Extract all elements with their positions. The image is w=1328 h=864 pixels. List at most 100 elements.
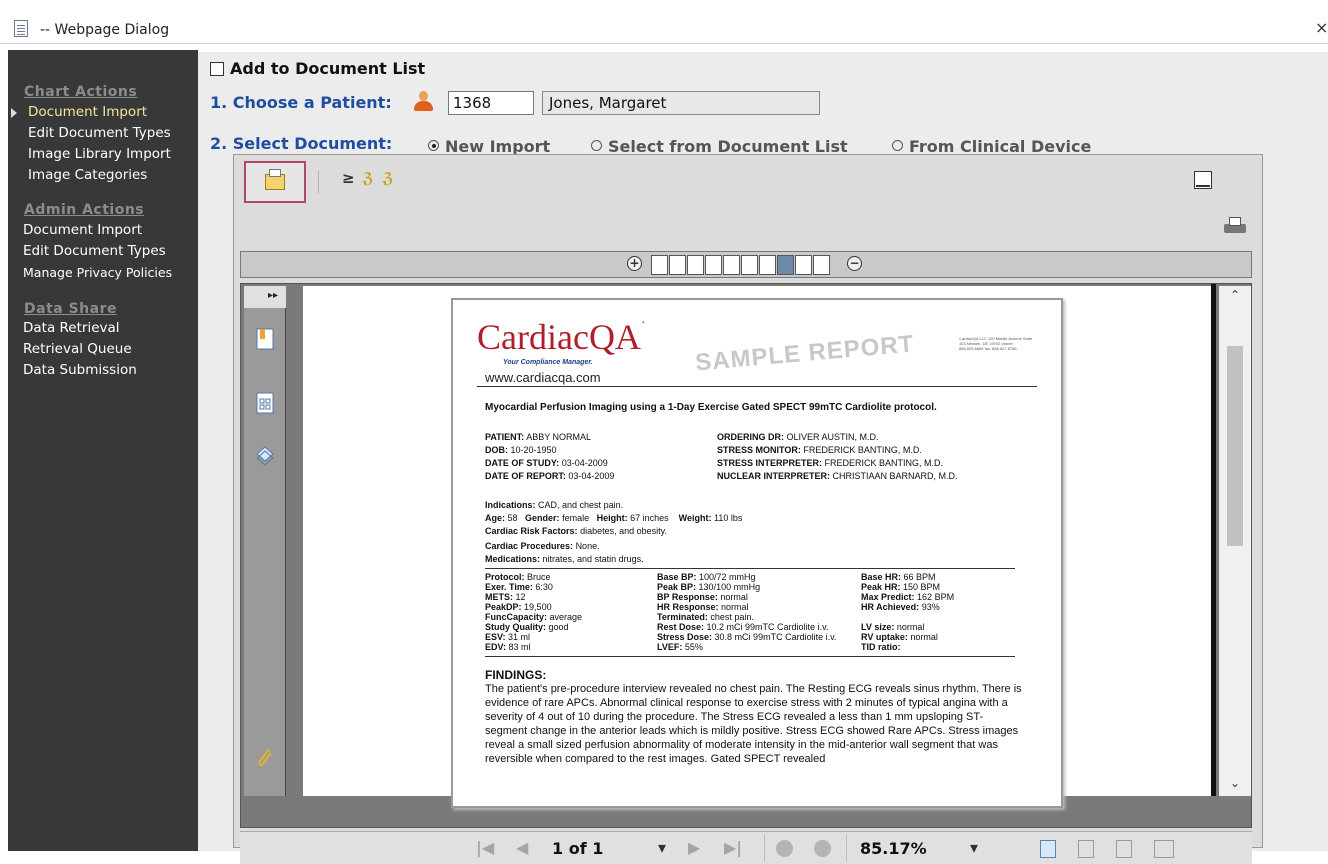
sidebar-item-image-categories[interactable]: Image Categories xyxy=(28,167,147,183)
patient-info-line: DOB: 10-20-1950 xyxy=(485,445,557,455)
back-icon[interactable] xyxy=(776,840,793,857)
viewer-navigation-bar: |◀ ◀ 1 of 1 ▾ ▶ ▶| 85.17% ▾ xyxy=(240,831,1252,864)
thumbnails-icon[interactable] xyxy=(256,392,274,414)
sidebar-item-document-import[interactable]: Document Import xyxy=(28,104,147,120)
radio-unselected-icon xyxy=(591,140,602,151)
page-cell[interactable] xyxy=(759,255,776,275)
page-cell[interactable] xyxy=(723,255,740,275)
page-canvas: CardiacQA· Your Compliance Manager. www.… xyxy=(303,286,1213,808)
page-cell[interactable] xyxy=(705,255,722,275)
brand-tagline: Your Compliance Manager. xyxy=(503,359,593,366)
scan-batch-icon[interactable]: ℨ xyxy=(362,169,373,187)
heart-rate-column: Base HR: 66 BPM Peak HR: 150 BPM Max Pre… xyxy=(861,572,955,652)
staff-info-line: NUCLEAR INTERPRETER: CHRISTIAAN BARNARD,… xyxy=(717,471,958,481)
clinical-line: Indications: CAD, and chest pain. xyxy=(485,500,624,510)
sidebar-header-chart-actions: Chart Actions xyxy=(24,84,138,100)
sidebar-item-data-retrieval[interactable]: Data Retrieval xyxy=(23,320,120,336)
page-dropdown-icon[interactable]: ▾ xyxy=(658,838,666,857)
document-page: CardiacQA· Your Compliance Manager. www.… xyxy=(451,298,1063,808)
table-rule xyxy=(485,568,1015,569)
clinical-line: Cardiac Risk Factors: diabetes, and obes… xyxy=(485,526,667,536)
single-page-icon[interactable] xyxy=(1040,840,1056,858)
scroll-down-icon[interactable]: ⌄ xyxy=(1219,776,1251,796)
zoom-dropdown-icon[interactable]: ▾ xyxy=(970,838,978,857)
vertical-scrollbar[interactable]: ⌃ ⌄ xyxy=(1219,286,1251,796)
top-divider xyxy=(198,50,1328,52)
next-page-icon[interactable]: ▶ xyxy=(688,838,700,857)
bookmarks-icon[interactable] xyxy=(256,328,274,350)
sidebar-item-edit-document-types[interactable]: Edit Document Types xyxy=(28,125,171,141)
patient-info-line: PATIENT: ABBY NORMAL xyxy=(485,432,592,442)
choose-patient-label: 1. Choose a Patient: xyxy=(210,93,392,112)
dialog-title: -- Webpage Dialog xyxy=(40,22,170,38)
company-address: CardiacQA LLC 100 Mobile Avenue Suite 10… xyxy=(959,336,1033,351)
close-icon[interactable]: × xyxy=(1315,18,1328,37)
last-page-icon[interactable]: ▶| xyxy=(724,838,742,857)
scan-icon[interactable]: ≥ xyxy=(342,169,355,187)
facing-pages-icon[interactable] xyxy=(1116,840,1132,858)
page-cell[interactable] xyxy=(669,255,686,275)
scroll-thumb[interactable] xyxy=(1227,346,1243,546)
page-cell[interactable] xyxy=(687,255,704,275)
protocol-column: Protocol: Bruce Exer. Time: 6:30 METS: 1… xyxy=(485,572,583,652)
zoom-out-icon[interactable]: − xyxy=(847,256,862,271)
patient-info-line: DATE OF STUDY: 03-04-2009 xyxy=(485,458,608,468)
sample-watermark: SAMPLE REPORT xyxy=(694,330,916,377)
page-cell-current[interactable] xyxy=(777,255,794,275)
two-page-icon[interactable] xyxy=(1154,840,1174,858)
brand-url: www.cardiacqa.com xyxy=(485,370,601,385)
print-icon[interactable] xyxy=(1224,217,1246,235)
dose-column: Base BP: 100/72 mmHg Peak BP: 130/100 mm… xyxy=(657,572,837,652)
scan-settings-icon[interactable]: ℨ xyxy=(382,169,393,187)
current-item-arrow-icon xyxy=(11,108,17,118)
page-cell[interactable] xyxy=(795,255,812,275)
expand-panel-icon[interactable]: ▸▸ xyxy=(244,286,286,308)
staff-info-line: STRESS INTERPRETER: FREDERICK BANTING, M… xyxy=(717,458,944,468)
findings-header: FINDINGS: xyxy=(485,668,547,682)
clinical-line: Medications: nitrates, and statin drugs. xyxy=(485,554,644,564)
radio-unselected-icon xyxy=(892,140,903,151)
page-indicator[interactable]: 1 of 1 xyxy=(552,839,603,858)
maximize-icon[interactable] xyxy=(1194,171,1212,189)
page-cell[interactable] xyxy=(741,255,758,275)
findings-text: The patient's pre-procedure interview re… xyxy=(485,683,1022,765)
add-to-document-list-checkbox[interactable] xyxy=(210,62,224,76)
document-viewer: ≥ ℨ ℨ + − ▸▸ CardiacQA· Your Compliance … xyxy=(233,154,1263,864)
dialog-titlebar: -- Webpage Dialog × xyxy=(0,0,1328,44)
zoom-level[interactable]: 85.17% xyxy=(860,839,927,858)
page-icon xyxy=(14,20,28,37)
staff-info-line: ORDERING DR: OLIVER AUSTIN, M.D. xyxy=(717,432,879,442)
sidebar-item-retrieval-queue[interactable]: Retrieval Queue xyxy=(23,341,132,357)
page-edge xyxy=(1211,284,1216,796)
sidebar-item-data-submission[interactable]: Data Submission xyxy=(23,362,137,378)
forward-icon[interactable] xyxy=(814,840,831,857)
staff-info-line: STRESS MONITOR: FREDERICK BANTING, M.D. xyxy=(717,445,922,455)
sidebar-item-image-library-import[interactable]: Image Library Import xyxy=(28,146,171,162)
attachment-icon[interactable] xyxy=(256,746,274,768)
zoom-in-icon[interactable]: + xyxy=(627,256,642,271)
sidebar-item-admin-edit-document-types[interactable]: Edit Document Types xyxy=(23,243,166,259)
page-cell[interactable] xyxy=(651,255,668,275)
first-page-icon[interactable]: |◀ xyxy=(476,838,494,857)
brand-logo: CardiacQA· xyxy=(477,316,646,357)
clinical-line: Cardiac Procedures: None. xyxy=(485,541,600,551)
toolbar-separator xyxy=(764,835,765,861)
previous-page-icon[interactable]: ◀ xyxy=(516,838,528,857)
layers-icon[interactable] xyxy=(256,444,274,466)
open-folder-icon xyxy=(265,169,285,190)
scroll-up-icon[interactable]: ⌃ xyxy=(1219,288,1251,308)
patient-search-icon[interactable] xyxy=(413,90,433,112)
radio-selected-icon xyxy=(428,140,439,151)
patient-name-field: Jones, Margaret xyxy=(542,91,820,115)
toolbar-separator xyxy=(318,171,319,193)
continuous-page-icon[interactable] xyxy=(1078,840,1094,858)
open-file-button[interactable] xyxy=(244,161,306,203)
document-area: ▸▸ CardiacQA· Your Compliance Manager. w… xyxy=(240,283,1252,828)
sidebar-header-admin-actions: Admin Actions xyxy=(24,202,145,218)
sidebar-item-admin-document-import[interactable]: Document Import xyxy=(23,222,142,238)
header-rule xyxy=(477,386,1037,387)
patient-id-field[interactable]: 1368 xyxy=(448,91,534,115)
sidebar-item-manage-privacy-policies[interactable]: Manage Privacy Policies xyxy=(23,265,172,280)
page-cell[interactable] xyxy=(813,255,830,275)
report-title: Myocardial Perfusion Imaging using a 1-D… xyxy=(485,402,937,413)
